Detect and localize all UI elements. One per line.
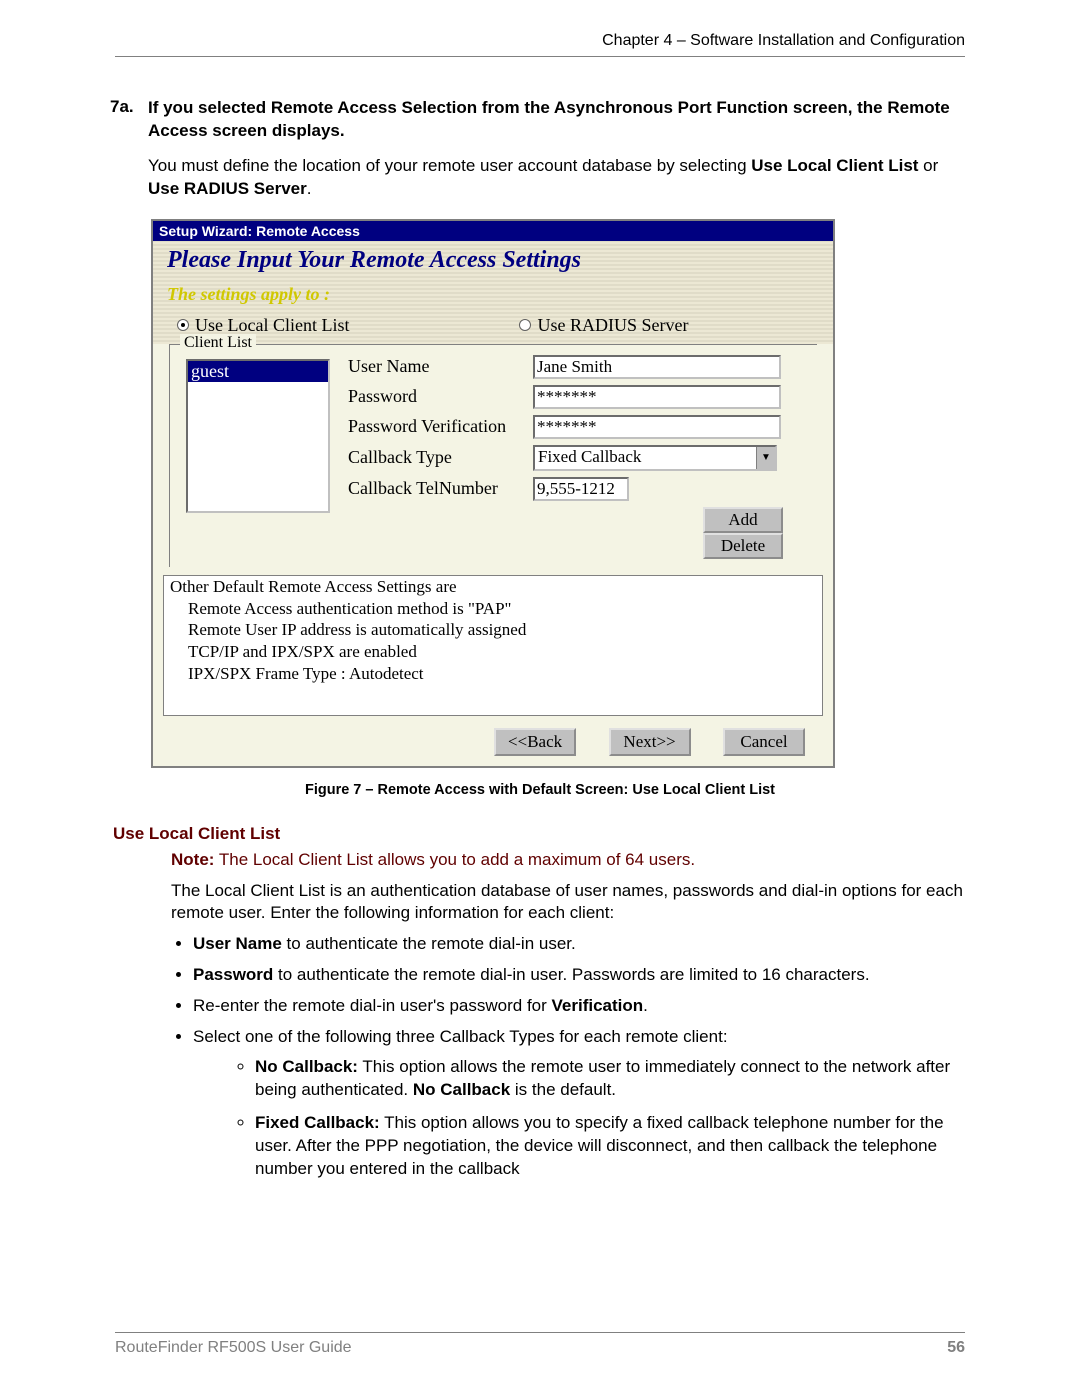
label-password: Password bbox=[348, 386, 533, 407]
list-item[interactable]: guest bbox=[188, 361, 328, 382]
label-callback-tel: Callback TelNumber bbox=[348, 478, 533, 499]
callback-type-value: Fixed Callback bbox=[535, 447, 756, 469]
radio-local-label: Use Local Client List bbox=[195, 315, 349, 336]
client-list-legend: Client List bbox=[180, 334, 256, 352]
radio-use-local-client-list[interactable]: Use Local Client List bbox=[177, 315, 349, 336]
password-verification-field[interactable]: ******* bbox=[533, 415, 781, 439]
label-callback-type: Callback Type bbox=[348, 447, 533, 468]
page-number: 56 bbox=[947, 1339, 965, 1357]
section-heading: Use Local Client List bbox=[113, 824, 965, 844]
setup-wizard-dialog: Setup Wizard: Remote Access Please Input… bbox=[151, 219, 835, 768]
page-footer: RouteFinder RF500S User Guide 56 bbox=[115, 1332, 965, 1357]
back-button[interactable]: <<Back bbox=[494, 728, 576, 756]
note: Note: The Local Client List allows you t… bbox=[171, 850, 965, 870]
dialog-titlebar: Setup Wizard: Remote Access bbox=[153, 221, 833, 241]
step-number: 7a. bbox=[110, 97, 148, 117]
username-field[interactable]: Jane Smith bbox=[533, 355, 781, 379]
dialog-headline: Please Input Your Remote Access Settings bbox=[153, 241, 833, 276]
client-list-fieldset: Client List guest User Name Jane Smith P… bbox=[169, 344, 817, 567]
delete-button[interactable]: Delete bbox=[703, 533, 783, 559]
apply-to-label: The settings apply to : bbox=[153, 276, 833, 315]
step-title: If you selected Remote Access Selection … bbox=[148, 97, 965, 143]
callback-type-select[interactable]: Fixed Callback ▼ bbox=[533, 445, 777, 471]
password-field[interactable]: ******* bbox=[533, 385, 781, 409]
radio-selected-icon bbox=[177, 319, 189, 331]
chevron-down-icon[interactable]: ▼ bbox=[756, 447, 775, 469]
label-password-verification: Password Verification bbox=[348, 416, 533, 437]
figure-caption: Figure 7 – Remote Access with Default Sc… bbox=[115, 782, 965, 798]
label-username: User Name bbox=[348, 356, 533, 377]
step-intro: You must define the location of your rem… bbox=[148, 155, 965, 201]
chapter-header: Chapter 4 – Software Installation and Co… bbox=[115, 32, 965, 57]
default-settings-info: Other Default Remote Access Settings are… bbox=[163, 575, 823, 716]
footer-title: RouteFinder RF500S User Guide bbox=[115, 1339, 352, 1357]
next-button[interactable]: Next>> bbox=[609, 728, 691, 756]
section-desc: The Local Client List is an authenticati… bbox=[171, 880, 965, 925]
radio-radius-label: Use RADIUS Server bbox=[537, 315, 688, 336]
cancel-button[interactable]: Cancel bbox=[723, 728, 805, 756]
callback-tel-field[interactable]: 9,555-1212 bbox=[533, 477, 629, 501]
client-list-box[interactable]: guest bbox=[186, 359, 330, 513]
radio-unselected-icon bbox=[519, 319, 531, 331]
add-button[interactable]: Add bbox=[703, 507, 783, 533]
radio-use-radius-server[interactable]: Use RADIUS Server bbox=[519, 315, 688, 336]
field-list: User Name to authenticate the remote dia… bbox=[171, 933, 965, 1181]
